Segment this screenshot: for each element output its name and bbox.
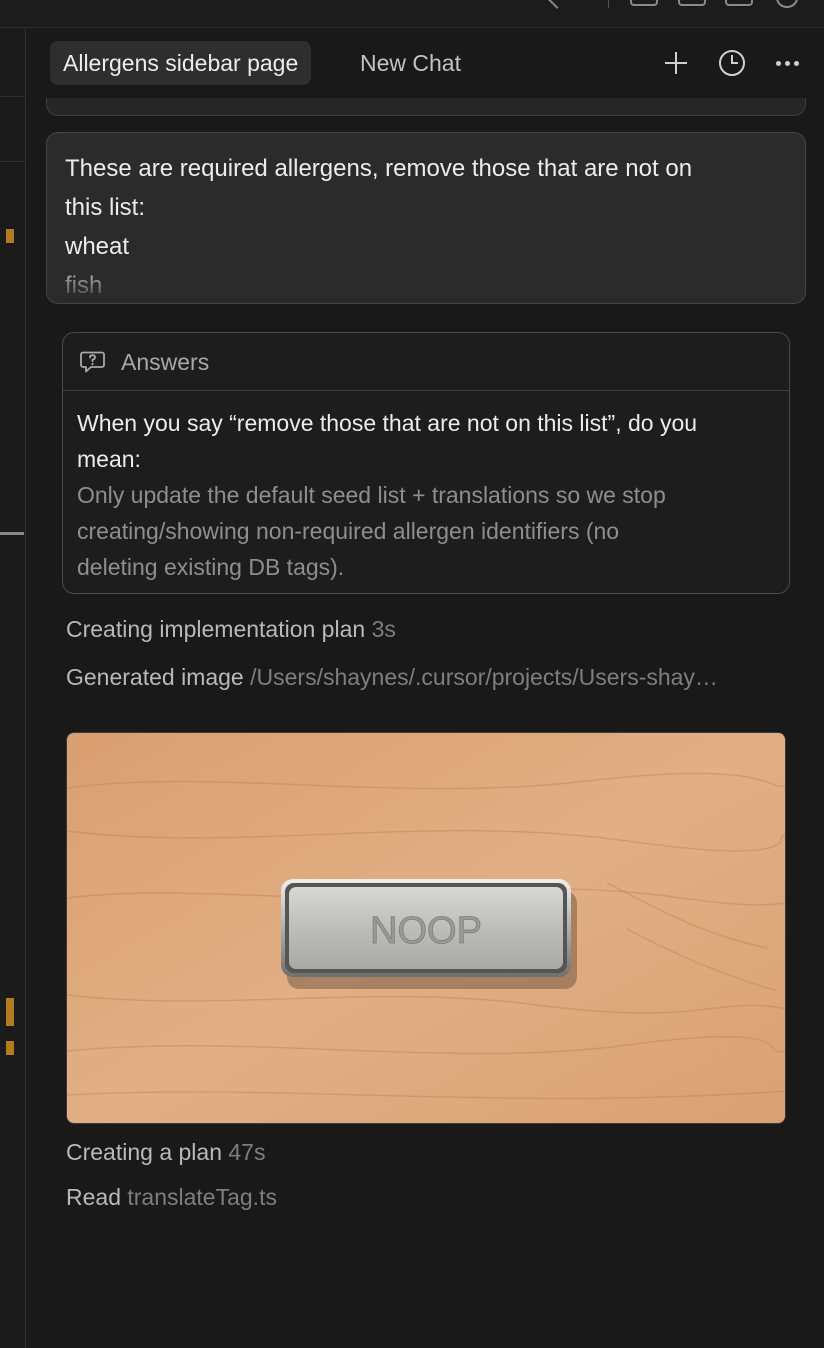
step-label: Creating a plan bbox=[66, 1139, 222, 1165]
message-fade bbox=[47, 257, 805, 303]
user-message[interactable]: These are required allergens, remove tho… bbox=[46, 132, 806, 304]
toolbar-divider bbox=[608, 0, 609, 8]
tab-allergens-sidebar-page[interactable]: Allergens sidebar page bbox=[50, 41, 312, 85]
step-label: Generated image bbox=[66, 664, 244, 690]
step-label: Creating implementation plan bbox=[66, 616, 366, 642]
answer-text: deleting existing DB tags). bbox=[77, 554, 345, 580]
step-duration: 3s bbox=[371, 616, 396, 642]
step-read-file[interactable]: Read translateTag.ts bbox=[66, 1182, 277, 1212]
chevron-left-icon[interactable] bbox=[547, 0, 567, 9]
file-name[interactable]: translateTag.ts bbox=[127, 1184, 277, 1210]
answers-body: When you say “remove those that are not … bbox=[77, 405, 777, 585]
change-marker bbox=[6, 229, 14, 243]
history-clock-icon[interactable] bbox=[717, 48, 747, 78]
step-duration: 47s bbox=[228, 1139, 266, 1165]
step-creating-implementation-plan[interactable]: Creating implementation plan 3s bbox=[66, 614, 396, 644]
generated-image[interactable]: NOOP bbox=[66, 732, 786, 1124]
answers-title: Answers bbox=[121, 349, 210, 375]
step-generated-image[interactable]: Generated image /Users/shaynes/.cursor/p… bbox=[66, 662, 718, 692]
noop-plate-image: NOOP bbox=[67, 733, 785, 1123]
change-marker bbox=[6, 1041, 14, 1055]
question-bubble-icon bbox=[80, 351, 105, 373]
scroll-thumb[interactable] bbox=[0, 532, 24, 535]
question-text: When you say “remove those that are not … bbox=[77, 410, 698, 436]
gutter-divider bbox=[0, 96, 25, 97]
panel-bottom-icon[interactable] bbox=[678, 0, 706, 6]
panel-right-icon[interactable] bbox=[725, 0, 753, 6]
step-creating-a-plan[interactable]: Creating a plan 47s bbox=[66, 1137, 265, 1167]
image-path[interactable]: /Users/shaynes/.cursor/projects/Users-sh… bbox=[250, 664, 718, 690]
answer-text: Only update the default seed list + tran… bbox=[77, 482, 666, 508]
new-chat-plus-icon[interactable] bbox=[661, 48, 691, 78]
user-message-line: These are required allergens, remove tho… bbox=[65, 155, 693, 182]
more-options-icon[interactable] bbox=[773, 48, 803, 78]
gutter-divider bbox=[0, 161, 25, 162]
user-message-line: this list: bbox=[65, 194, 146, 221]
change-marker bbox=[6, 998, 14, 1026]
settings-gear-icon[interactable] bbox=[776, 0, 798, 8]
answer-text: creating/showing non-required allergen i… bbox=[77, 518, 620, 544]
answers-card[interactable]: Answers When you say “remove those that … bbox=[62, 332, 790, 594]
step-label: Read bbox=[66, 1184, 121, 1210]
title-bar bbox=[0, 0, 824, 28]
plate-text: NOOP bbox=[370, 910, 482, 952]
answers-header: Answers bbox=[63, 333, 789, 391]
question-text: mean: bbox=[77, 446, 141, 472]
tab-new-chat[interactable]: New Chat bbox=[360, 41, 461, 85]
panel-left-icon[interactable] bbox=[630, 0, 658, 6]
editor-gutter bbox=[0, 28, 26, 1348]
